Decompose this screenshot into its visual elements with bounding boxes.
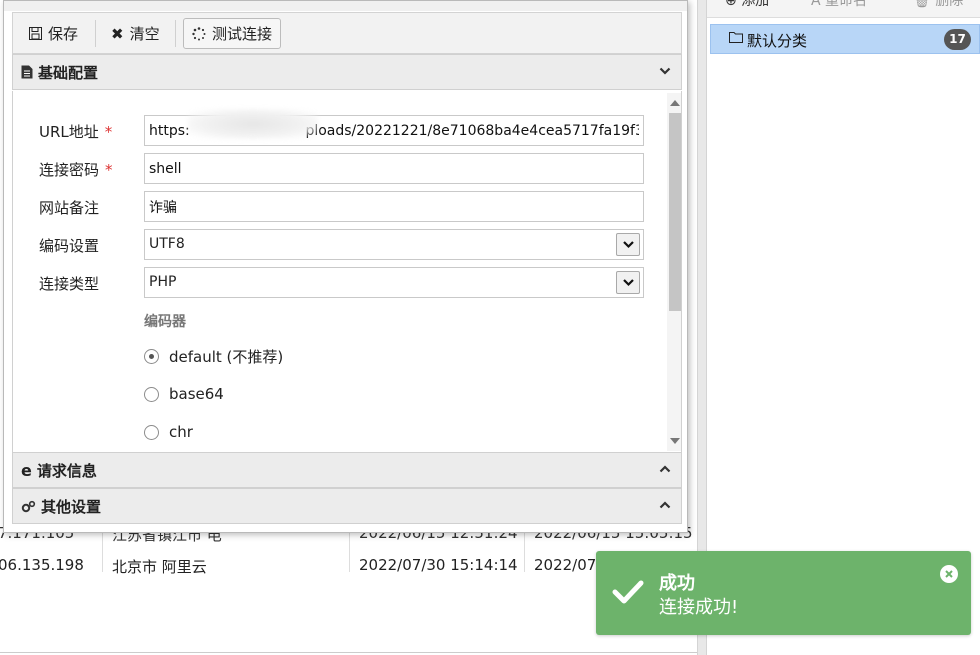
encoder-option-default[interactable]: default (不推荐) (144, 345, 283, 367)
type-value: PHP (149, 274, 177, 290)
toolbar-separator (175, 20, 176, 47)
save-label: 保存 (48, 25, 79, 43)
section-title: 其他设置 (41, 497, 102, 516)
rename-category-button[interactable]: A 重命名 (811, 0, 867, 10)
password-row: 连接密码 * (13, 153, 663, 185)
scroll-thumb[interactable] (669, 113, 681, 311)
encoding-select[interactable]: UTF8 (144, 229, 644, 260)
encoder-option-label: base64 (169, 385, 224, 403)
type-row: 连接类型 PHP (13, 267, 663, 299)
toolbar-separator (95, 20, 96, 47)
section-other-settings[interactable]: 其他设置 (12, 488, 682, 524)
url-row: URL地址 * (13, 109, 663, 147)
toast-message: 连接成功! (659, 597, 739, 618)
category-label: 默认分类 (747, 32, 808, 50)
chevron-up-icon (659, 465, 671, 473)
edit-shell-dialog: 保存 ✖ 清空 测试连接 基础配置 URL地址 * https: ploads/… (3, 0, 688, 533)
type-select[interactable]: PHP (144, 267, 644, 298)
radio-button[interactable] (144, 424, 159, 440)
type-label: 连接类型 (39, 275, 100, 293)
test-connection-button[interactable]: 测试连接 (183, 18, 282, 49)
note-input[interactable] (144, 191, 644, 222)
delete-category-button[interactable]: 🗑 删除 (913, 0, 963, 10)
chevron-down-icon (659, 67, 671, 75)
table-row[interactable]: 06.135.198 北京市 阿里云 2022/07/30 15:14:14 2… (0, 550, 700, 580)
success-toast: 成功 连接成功! (596, 551, 971, 635)
scroll-up-arrow[interactable] (670, 100, 680, 106)
scroll-down-arrow[interactable] (670, 438, 680, 444)
encoder-group-title: 编码器 (144, 314, 186, 330)
encoder-option-label: chr (169, 423, 193, 441)
note-label: 网站备注 (39, 199, 100, 217)
encoding-row: 编码设置 UTF8 (13, 229, 663, 261)
encoder-option-base64[interactable]: base64 (144, 383, 224, 405)
encoder-option-chr[interactable]: chr (144, 421, 193, 443)
dialog-toolbar: 保存 ✖ 清空 测试连接 (12, 12, 682, 54)
radio-button[interactable] (144, 348, 159, 364)
radio-button[interactable] (144, 386, 159, 402)
edge-icon: e (21, 460, 32, 480)
time-cell: 2022/07/30 15:14:14 (359, 556, 518, 574)
folder-icon (729, 32, 743, 43)
password-label: 连接密码 * (39, 161, 113, 179)
dialog-title-strip[interactable] (4, 1, 687, 11)
chevron-down-icon[interactable] (616, 271, 640, 294)
clear-label: 清空 (129, 25, 160, 43)
section-request-info[interactable]: e 请求信息 (12, 452, 682, 488)
chevron-up-icon (659, 501, 671, 509)
ip-cell: 06.135.198 (0, 556, 84, 574)
add-category-button[interactable]: ⊕ 添加 (725, 0, 769, 10)
redaction-blur (188, 109, 318, 139)
divider (0, 652, 705, 653)
section-basic-config[interactable]: 基础配置 (12, 54, 682, 90)
encoder-option-label: default (不推荐) (169, 347, 284, 366)
save-icon (29, 27, 42, 40)
note-row: 网站备注 (13, 191, 663, 223)
close-icon: ✖ (111, 24, 124, 43)
password-input[interactable] (144, 153, 644, 184)
save-button[interactable]: 保存 (21, 18, 86, 49)
category-item-default[interactable]: 默认分类 17 (710, 24, 980, 54)
location-cell: 北京市 阿里云 (112, 558, 207, 576)
count-badge: 17 (944, 29, 971, 50)
chevron-down-icon[interactable] (616, 233, 640, 256)
close-icon[interactable] (940, 565, 958, 583)
section-title: 请求信息 (36, 461, 97, 480)
url-label: URL地址 * (39, 123, 113, 141)
form-scrollbar[interactable] (667, 93, 681, 451)
file-icon (21, 65, 33, 79)
clear-button[interactable]: ✖ 清空 (103, 18, 168, 49)
section-title: 基础配置 (38, 63, 99, 82)
encoding-label: 编码设置 (39, 237, 100, 255)
basic-config-form: URL地址* 连接密码* 网站备注 编码设置 UTF8 连接类型 PHP (12, 91, 682, 452)
category-toolbar: ⊕ 添加 A 重命名 🗑 删除 (707, 0, 980, 18)
encoding-value: UTF8 (149, 236, 185, 252)
spinner-icon (192, 26, 206, 40)
gears-icon (21, 500, 36, 513)
toast-title: 成功 (659, 573, 695, 594)
checkmark-icon (612, 580, 644, 604)
test-connection-label: 测试连接 (212, 25, 273, 43)
